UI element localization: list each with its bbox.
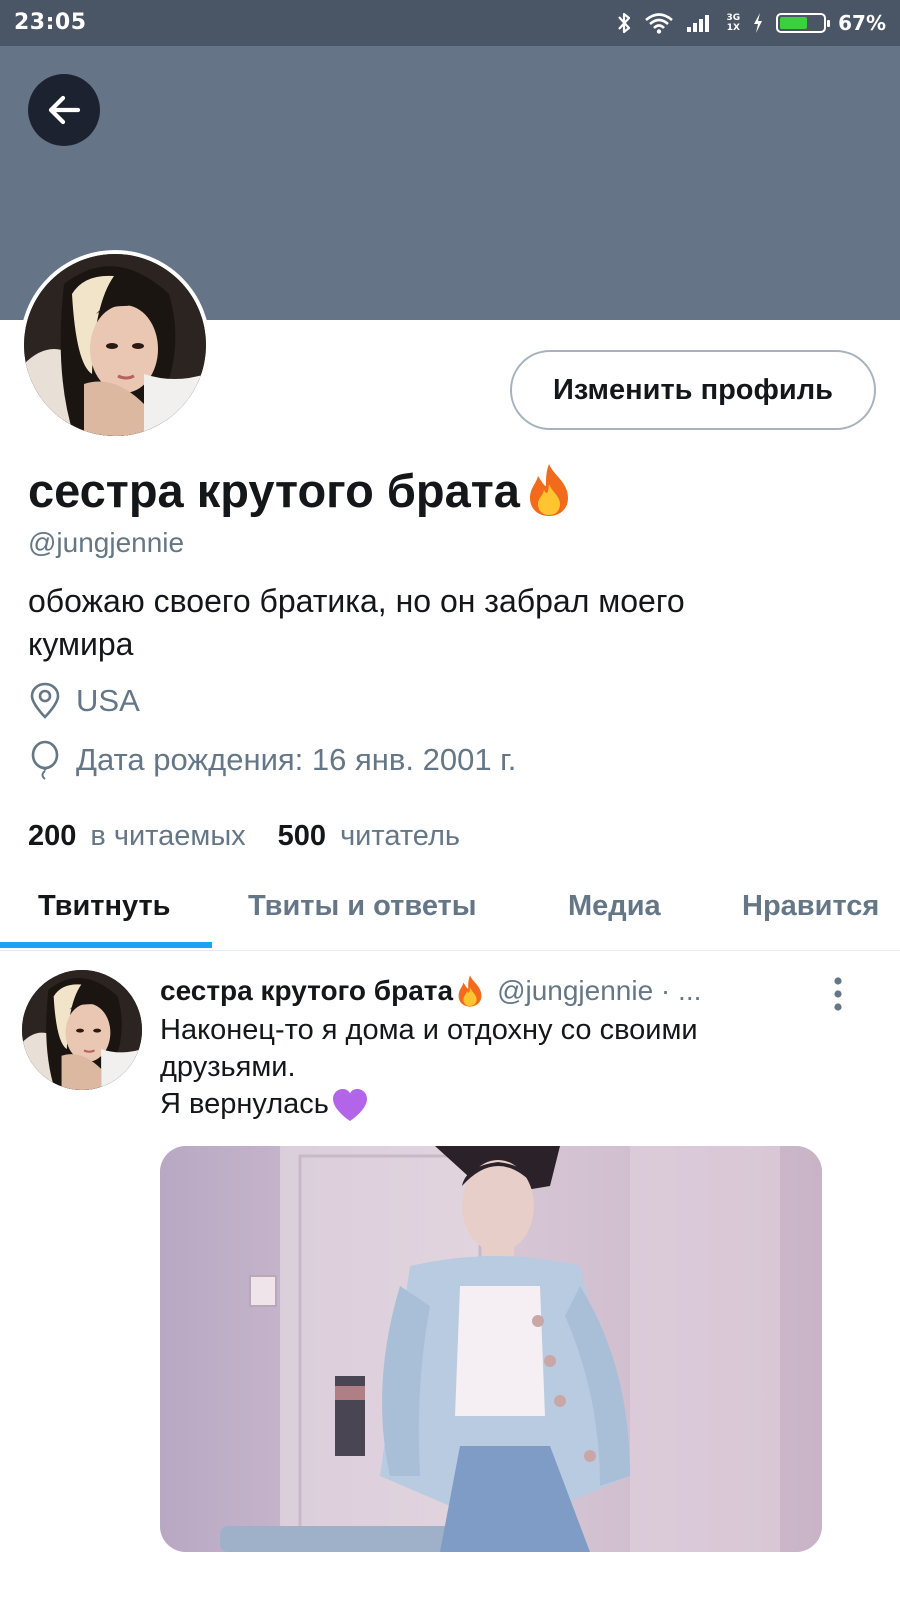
profile-display-name: сестра крутого брата	[28, 462, 574, 518]
tweet-author-handle[interactable]: @jungjennie · ...	[497, 975, 701, 1007]
tweet-author-name[interactable]: сестра крутого брата	[160, 974, 485, 1008]
active-tab-indicator	[0, 942, 212, 948]
avatar-image	[24, 254, 206, 436]
tweet-text: Наконец-то я дома и отдохну со своими др…	[160, 1012, 800, 1123]
profile-avatar[interactable]	[20, 250, 210, 440]
battery-fill	[780, 17, 807, 29]
tweet-more-button[interactable]	[820, 974, 856, 1014]
status-icons: 3G 1X 67%	[616, 10, 886, 36]
avatar-image	[22, 970, 142, 1090]
tab-media[interactable]: Медиа	[568, 862, 661, 950]
profile-tabs: Твитнуть Твиты и ответы Медиа Нравится	[0, 862, 900, 951]
arrow-left-icon	[48, 95, 81, 125]
balloon-icon	[31, 740, 59, 780]
profile-birthday: Дата рождения: 16 янв. 2001 г.	[28, 740, 516, 780]
network-type: 3G 1X	[726, 13, 741, 33]
tweet-media-image[interactable]	[160, 1146, 822, 1552]
tweet-text-line: друзьями.	[160, 1051, 296, 1083]
fire-icon	[458, 975, 482, 1007]
battery-percent: 67%	[838, 11, 886, 35]
tweet-author-avatar[interactable]	[22, 970, 142, 1090]
tweet-text-line: Наконец-то я дома и отдохну со своими	[160, 1014, 698, 1046]
tab-likes[interactable]: Нравится	[742, 862, 879, 950]
status-time: 23:05	[14, 10, 87, 35]
status-bar: 23:05 3G 1X 67%	[0, 0, 900, 46]
bio-line: кумира	[28, 626, 134, 662]
bluetooth-icon	[616, 11, 632, 35]
tab-tweets[interactable]: Твитнуть	[38, 862, 171, 950]
tweet-header: сестра крутого брата @jungjennie · ...	[160, 974, 701, 1008]
vertical-dots-icon	[834, 977, 842, 1011]
display-name-text: сестра крутого брата	[28, 463, 520, 517]
fire-icon	[529, 464, 568, 516]
birthday-text: Дата рождения: 16 янв. 2001 г.	[76, 742, 517, 777]
following-count[interactable]: 200	[28, 820, 76, 853]
cellular-signal-icon	[686, 12, 714, 34]
back-button[interactable]	[28, 74, 100, 146]
charging-icon	[752, 12, 764, 34]
wifi-icon	[644, 12, 674, 34]
edit-profile-button[interactable]: Изменить профиль	[510, 350, 876, 430]
bio-line: обожаю своего братика, но он забрал моег…	[28, 583, 685, 619]
location-pin-icon	[30, 682, 60, 719]
battery-icon	[776, 13, 831, 33]
purple-heart-icon	[332, 1088, 367, 1121]
tweet-text-line: Я вернулась	[160, 1086, 800, 1123]
following-label[interactable]: в читаемых	[90, 820, 245, 853]
profile-location: USA	[28, 682, 140, 720]
tweet-item[interactable]: сестра крутого брата @jungjennie · ... Н…	[0, 960, 900, 1600]
media-photo	[160, 1146, 822, 1552]
followers-count[interactable]: 500	[278, 820, 326, 853]
followers-label[interactable]: читатель	[340, 820, 460, 853]
location-text: USA	[76, 683, 140, 718]
follow-stats: 200 в читаемых 500 читатель	[28, 820, 492, 853]
tab-tweets-and-replies[interactable]: Твиты и ответы	[248, 862, 477, 950]
profile-bio: обожаю своего братика, но он забрал моег…	[28, 580, 868, 666]
profile-handle: @jungjennie	[28, 527, 185, 558]
